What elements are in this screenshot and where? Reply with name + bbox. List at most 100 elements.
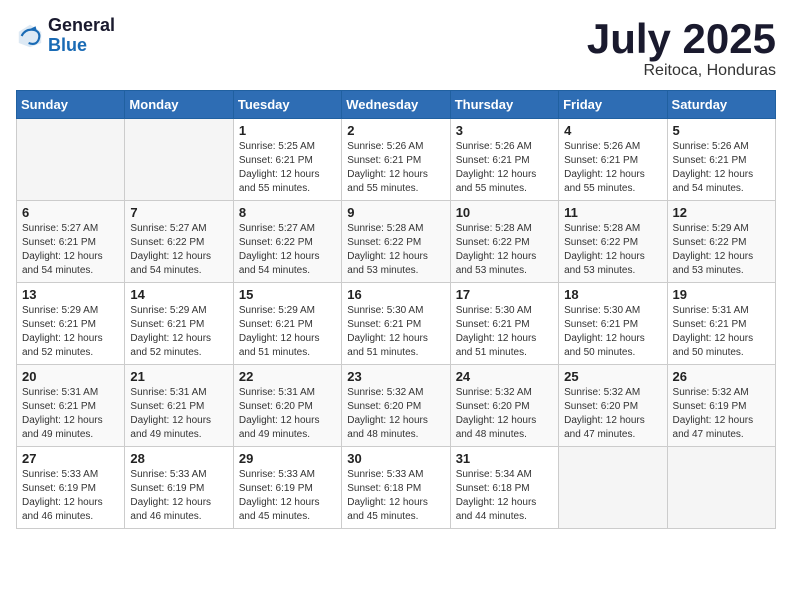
day-info: Sunrise: 5:31 AMSunset: 6:21 PMDaylight:… xyxy=(673,304,770,360)
calendar-cell: 10Sunrise: 5:28 AMSunset: 6:22 PMDayligh… xyxy=(450,201,558,283)
day-number: 14 xyxy=(130,287,227,302)
logo-text: General Blue xyxy=(48,16,115,56)
day-number: 4 xyxy=(564,123,661,138)
day-info: Sunrise: 5:27 AMSunset: 6:22 PMDaylight:… xyxy=(130,222,227,278)
day-number: 29 xyxy=(239,451,336,466)
day-info: Sunrise: 5:27 AMSunset: 6:22 PMDaylight:… xyxy=(239,222,336,278)
day-info: Sunrise: 5:34 AMSunset: 6:18 PMDaylight:… xyxy=(456,468,553,524)
day-info: Sunrise: 5:33 AMSunset: 6:18 PMDaylight:… xyxy=(347,468,444,524)
location-text: Reitoca, Honduras xyxy=(587,62,776,80)
day-info: Sunrise: 5:33 AMSunset: 6:19 PMDaylight:… xyxy=(239,468,336,524)
calendar-cell: 23Sunrise: 5:32 AMSunset: 6:20 PMDayligh… xyxy=(342,365,450,447)
day-info: Sunrise: 5:26 AMSunset: 6:21 PMDaylight:… xyxy=(673,140,770,196)
calendar-cell: 29 Sunrise: 5:33 AMSunset: 6:19 PMDayligh… xyxy=(233,447,341,529)
day-number: 25 xyxy=(564,369,661,384)
calendar-cell: 20Sunrise: 5:31 AMSunset: 6:21 PMDayligh… xyxy=(17,365,125,447)
calendar-week-row: 13 Sunrise: 5:29 AMSunset: 6:21 PMDayligh… xyxy=(17,283,776,365)
weekday-header: Thursday xyxy=(450,91,558,119)
day-number: 1 xyxy=(239,123,336,138)
calendar-cell: 30 Sunrise: 5:33 AMSunset: 6:18 PMDayligh… xyxy=(342,447,450,529)
day-info: Sunrise: 5:29 AMSunset: 6:21 PMDaylight:… xyxy=(22,304,119,360)
day-info: Sunrise: 5:32 AMSunset: 6:20 PMDaylight:… xyxy=(456,386,553,442)
calendar-cell: 14 Sunrise: 5:29 AMSunset: 6:21 PMDayligh… xyxy=(125,283,233,365)
day-number: 30 xyxy=(347,451,444,466)
day-info: Sunrise: 5:29 AMSunset: 6:22 PMDaylight:… xyxy=(673,222,770,278)
day-number: 13 xyxy=(22,287,119,302)
day-info: Sunrise: 5:33 AMSunset: 6:19 PMDaylight:… xyxy=(22,468,119,524)
calendar-cell: 18 Sunrise: 5:30 AMSunset: 6:21 PMDayligh… xyxy=(559,283,667,365)
day-number: 16 xyxy=(347,287,444,302)
calendar-cell: 26 Sunrise: 5:32 AMSunset: 6:19 PMDayligh… xyxy=(667,365,775,447)
day-number: 2 xyxy=(347,123,444,138)
calendar-cell: 5Sunrise: 5:26 AMSunset: 6:21 PMDaylight… xyxy=(667,119,775,201)
calendar-cell: 13 Sunrise: 5:29 AMSunset: 6:21 PMDayligh… xyxy=(17,283,125,365)
calendar-week-row: 27 Sunrise: 5:33 AMSunset: 6:19 PMDayligh… xyxy=(17,447,776,529)
day-number: 23 xyxy=(347,369,444,384)
calendar-week-row: 6 Sunrise: 5:27 AMSunset: 6:21 PMDaylight… xyxy=(17,201,776,283)
day-info: Sunrise: 5:28 AMSunset: 6:22 PMDaylight:… xyxy=(564,222,661,278)
day-number: 22 xyxy=(239,369,336,384)
day-info: Sunrise: 5:30 AMSunset: 6:21 PMDaylight:… xyxy=(564,304,661,360)
calendar-cell: 21 Sunrise: 5:31 AMSunset: 6:21 PMDayligh… xyxy=(125,365,233,447)
calendar-cell: 7Sunrise: 5:27 AMSunset: 6:22 PMDaylight… xyxy=(125,201,233,283)
day-number: 27 xyxy=(22,451,119,466)
day-number: 15 xyxy=(239,287,336,302)
day-number: 19 xyxy=(673,287,770,302)
calendar-cell: 12 Sunrise: 5:29 AMSunset: 6:22 PMDayligh… xyxy=(667,201,775,283)
day-number: 6 xyxy=(22,205,119,220)
calendar-cell: 27 Sunrise: 5:33 AMSunset: 6:19 PMDayligh… xyxy=(17,447,125,529)
day-info: Sunrise: 5:26 AMSunset: 6:21 PMDaylight:… xyxy=(347,140,444,196)
day-info: Sunrise: 5:26 AMSunset: 6:21 PMDaylight:… xyxy=(564,140,661,196)
weekday-header: Saturday xyxy=(667,91,775,119)
day-number: 26 xyxy=(673,369,770,384)
day-number: 28 xyxy=(130,451,227,466)
calendar-cell xyxy=(667,447,775,529)
calendar-cell: 25Sunrise: 5:32 AMSunset: 6:20 PMDayligh… xyxy=(559,365,667,447)
day-number: 8 xyxy=(239,205,336,220)
day-number: 31 xyxy=(456,451,553,466)
day-info: Sunrise: 5:29 AMSunset: 6:21 PMDaylight:… xyxy=(130,304,227,360)
day-info: Sunrise: 5:32 AMSunset: 6:19 PMDaylight:… xyxy=(673,386,770,442)
day-number: 11 xyxy=(564,205,661,220)
day-info: Sunrise: 5:27 AMSunset: 6:21 PMDaylight:… xyxy=(22,222,119,278)
day-number: 18 xyxy=(564,287,661,302)
page-header: General Blue July 2025 Reitoca, Honduras xyxy=(16,16,776,80)
calendar-cell: 24 Sunrise: 5:32 AMSunset: 6:20 PMDayligh… xyxy=(450,365,558,447)
weekday-header: Monday xyxy=(125,91,233,119)
calendar-cell: 2 Sunrise: 5:26 AMSunset: 6:21 PMDaylight… xyxy=(342,119,450,201)
weekday-header: Tuesday xyxy=(233,91,341,119)
day-number: 20 xyxy=(22,369,119,384)
calendar-cell: 8 Sunrise: 5:27 AMSunset: 6:22 PMDaylight… xyxy=(233,201,341,283)
calendar-cell: 16 Sunrise: 5:30 AMSunset: 6:21 PMDayligh… xyxy=(342,283,450,365)
day-info: Sunrise: 5:31 AMSunset: 6:20 PMDaylight:… xyxy=(239,386,336,442)
day-number: 3 xyxy=(456,123,553,138)
calendar-cell: 9 Sunrise: 5:28 AMSunset: 6:22 PMDaylight… xyxy=(342,201,450,283)
calendar-cell: 19 Sunrise: 5:31 AMSunset: 6:21 PMDayligh… xyxy=(667,283,775,365)
day-info: Sunrise: 5:31 AMSunset: 6:21 PMDaylight:… xyxy=(130,386,227,442)
logo: General Blue xyxy=(16,16,115,56)
logo-general-text: General xyxy=(48,16,115,36)
calendar-cell: 17Sunrise: 5:30 AMSunset: 6:21 PMDayligh… xyxy=(450,283,558,365)
day-number: 9 xyxy=(347,205,444,220)
calendar-cell: 6 Sunrise: 5:27 AMSunset: 6:21 PMDaylight… xyxy=(17,201,125,283)
weekday-header: Wednesday xyxy=(342,91,450,119)
day-number: 12 xyxy=(673,205,770,220)
day-info: Sunrise: 5:28 AMSunset: 6:22 PMDaylight:… xyxy=(347,222,444,278)
logo-blue-text: Blue xyxy=(48,36,115,56)
calendar-header-row: SundayMondayTuesdayWednesdayThursdayFrid… xyxy=(17,91,776,119)
day-info: Sunrise: 5:25 AMSunset: 6:21 PMDaylight:… xyxy=(239,140,336,196)
calendar-cell: 11 Sunrise: 5:28 AMSunset: 6:22 PMDayligh… xyxy=(559,201,667,283)
calendar-cell xyxy=(559,447,667,529)
weekday-header: Sunday xyxy=(17,91,125,119)
logo-icon xyxy=(16,22,44,50)
calendar-cell: 3Sunrise: 5:26 AMSunset: 6:21 PMDaylight… xyxy=(450,119,558,201)
calendar-cell xyxy=(125,119,233,201)
day-number: 21 xyxy=(130,369,227,384)
calendar-cell: 22 Sunrise: 5:31 AMSunset: 6:20 PMDayligh… xyxy=(233,365,341,447)
day-number: 10 xyxy=(456,205,553,220)
calendar-cell: 28 Sunrise: 5:33 AMSunset: 6:19 PMDayligh… xyxy=(125,447,233,529)
day-info: Sunrise: 5:33 AMSunset: 6:19 PMDaylight:… xyxy=(130,468,227,524)
day-number: 24 xyxy=(456,369,553,384)
day-info: Sunrise: 5:30 AMSunset: 6:21 PMDaylight:… xyxy=(347,304,444,360)
day-info: Sunrise: 5:29 AMSunset: 6:21 PMDaylight:… xyxy=(239,304,336,360)
